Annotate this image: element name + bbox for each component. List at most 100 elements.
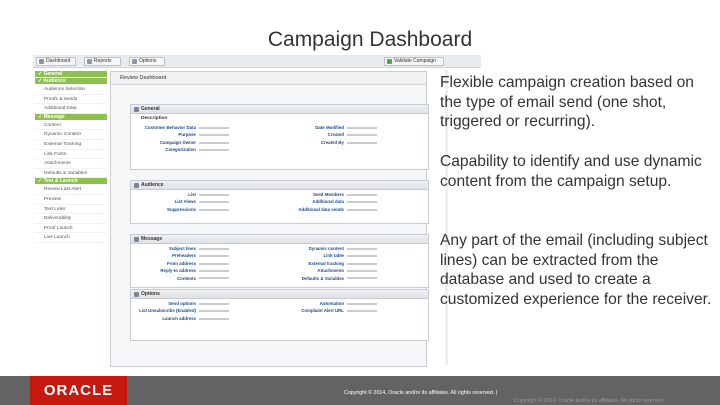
reports-icon: [87, 59, 92, 64]
panel-header[interactable]: Message: [131, 235, 428, 244]
panel-title: Audience: [141, 182, 164, 188]
field-value-placeholder: [347, 275, 407, 282]
field-label[interactable]: Subject lines: [131, 245, 199, 252]
field-value-placeholder: [199, 146, 259, 153]
nav-item[interactable]: Review Last Alert: [35, 185, 107, 195]
field-label[interactable]: From address: [131, 260, 199, 267]
field-value-placeholder: [347, 252, 407, 259]
field-label[interactable]: Purpose: [131, 131, 199, 138]
field-label[interactable]: Preheaders: [131, 252, 199, 259]
nav-item[interactable]: External Tracking: [35, 140, 107, 150]
field-value-placeholder: [199, 191, 259, 198]
field-value-placeholder: [199, 245, 259, 252]
panel-header[interactable]: General: [131, 105, 428, 114]
nav-item[interactable]: Additional Data: [35, 104, 107, 114]
field-label[interactable]: Automation: [279, 300, 347, 307]
panel-icon: [134, 183, 139, 188]
field-row: Date Modified: [279, 124, 414, 131]
field-value-placeholder: [199, 300, 259, 307]
nav-item[interactable]: Content: [35, 121, 107, 131]
panel-title: General: [141, 106, 160, 112]
field-label[interactable]: Link table: [279, 252, 347, 259]
field-label[interactable]: Contents: [131, 275, 199, 282]
field-label[interactable]: Date Modified: [279, 124, 347, 131]
field-label[interactable]: Defaults & Variables: [279, 275, 347, 282]
field-row: Seed Members: [279, 191, 414, 198]
summary-panel: Options Send options List Unsubscribe (Ena…: [130, 289, 429, 341]
field-row: Reply-to address: [131, 267, 266, 274]
field-row: Link table: [279, 252, 414, 259]
panel-icon: [134, 292, 139, 297]
field-label[interactable]: Campaign Owner: [131, 139, 199, 146]
field-value-placeholder: [347, 139, 407, 146]
field-value-placeholder: [199, 275, 259, 282]
field-label[interactable]: Created By: [279, 139, 347, 146]
footer-bar: ORACLE Copyright © 2014, Oracle and/or i…: [0, 376, 720, 405]
nav-item[interactable]: Live Launch: [35, 233, 107, 243]
field-label[interactable]: Categorization: [131, 146, 199, 153]
field-label[interactable]: List Views: [131, 198, 199, 205]
nav-item[interactable]: Attachments: [35, 159, 107, 169]
validate-campaign-button[interactable]: Validate Campaign: [384, 57, 444, 66]
field-row: List Views: [131, 198, 266, 205]
field-column-right: Automation Complaint Alert URL: [279, 300, 414, 315]
field-column-right: Dynamic content Link table External tracki…: [279, 245, 414, 282]
reports-button[interactable]: Reports: [84, 57, 121, 66]
nav-item[interactable]: Test Links: [35, 205, 107, 215]
oracle-logo-text: ORACLE: [43, 382, 114, 399]
review-dashboard: Review Dashboard General Description Custo…: [110, 71, 429, 367]
dashboard-button[interactable]: Dashboard: [36, 57, 76, 66]
field-row: Purpose: [131, 131, 266, 138]
dashboard-label: Dashboard: [46, 58, 71, 64]
field-label[interactable]: Created: [279, 131, 347, 138]
field-label[interactable]: Dynamic content: [279, 245, 347, 252]
field-label[interactable]: Attachments: [279, 267, 347, 274]
panel-header[interactable]: Options: [131, 290, 428, 299]
field-row: Defaults & Variables: [279, 275, 414, 282]
nav-item[interactable]: Deliverability: [35, 214, 107, 224]
summary-panel: Message Subject lines Preheaders From addre…: [130, 234, 429, 288]
options-label: Options: [139, 58, 157, 64]
field-label[interactable]: External tracking: [279, 260, 347, 267]
nav-item[interactable]: Audience Selection: [35, 85, 107, 95]
field-label[interactable]: Seed Members: [279, 191, 347, 198]
field-row: Automation: [279, 300, 414, 307]
nav-section-header[interactable]: ✓ Message: [35, 113, 107, 121]
field-label[interactable]: Additional data sends: [279, 206, 347, 213]
validate-label: Validate Campaign: [394, 58, 436, 64]
field-row: Preheaders: [131, 252, 266, 259]
field-label[interactable]: Reply-to address: [131, 267, 199, 274]
field-label[interactable]: Additional data: [279, 198, 347, 205]
nav-item[interactable]: Defaults & Variables: [35, 169, 107, 179]
field-value-placeholder: [347, 260, 407, 267]
field-label[interactable]: List Unsubscribe (Enabled): [131, 307, 199, 314]
nav-item[interactable]: Preview: [35, 195, 107, 205]
field-row: Created By: [279, 139, 414, 146]
field-label[interactable]: Suppressions: [131, 206, 199, 213]
field-label[interactable]: List: [131, 191, 199, 198]
panel-header[interactable]: Audience: [131, 181, 428, 190]
field-label[interactable]: Complaint Alert URL: [279, 307, 347, 314]
panel-icon: [134, 237, 139, 242]
options-button[interactable]: Options: [129, 57, 165, 66]
field-label[interactable]: Launch address: [131, 315, 199, 322]
field-row: Dynamic content: [279, 245, 414, 252]
nav-section-header[interactable]: ✓ General: [35, 71, 107, 78]
field-column-right: Seed Members Additional data Additional da…: [279, 191, 414, 213]
field-row: External tracking: [279, 260, 414, 267]
field-value-placeholder: [199, 260, 259, 267]
nav-item[interactable]: Proof Launch: [35, 224, 107, 234]
nav-item[interactable]: Link Fonts: [35, 150, 107, 160]
summary-panel: General Description Customer Behavior Data…: [130, 104, 429, 170]
nav-section-header[interactable]: ✓ Audience: [35, 78, 107, 85]
panel-subtitle: Description: [141, 116, 168, 121]
field-row: Additional data: [279, 198, 414, 205]
nav-item[interactable]: Dynamic Content: [35, 130, 107, 140]
field-label[interactable]: Send options: [131, 300, 199, 307]
field-label[interactable]: Customer Behavior Data: [131, 124, 199, 131]
field-value-placeholder: [199, 307, 259, 314]
nav-section-header[interactable]: ✓ Test & Launch: [35, 178, 107, 186]
bullet-1: Flexible campaign creation based on the …: [440, 74, 694, 131]
panel-title: Options: [141, 291, 160, 297]
nav-item[interactable]: Proofs & Seeds: [35, 95, 107, 105]
